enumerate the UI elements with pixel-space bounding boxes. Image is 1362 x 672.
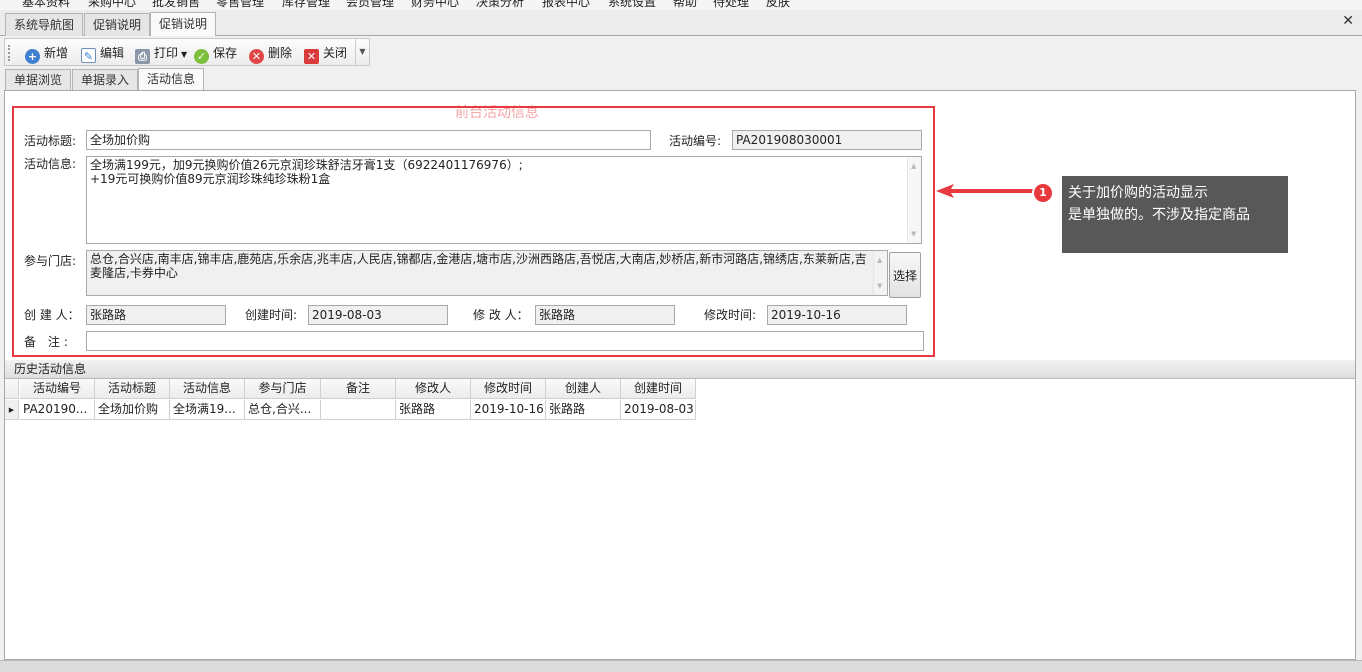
table-cell[interactable]: 2019-10-16 xyxy=(471,400,546,420)
table-cell[interactable] xyxy=(321,400,396,420)
stores-value: 总仓,合兴店,南丰店,锦丰店,鹿苑店,乐余店,兆丰店,人民店,锦都店,金港店,塘… xyxy=(90,252,867,280)
annotation-callout: 关于加价购的活动显示 是单独做的。不涉及指定商品 xyxy=(1062,176,1288,253)
modifier-field[interactable]: 张路路 xyxy=(535,305,675,325)
table-cell[interactable]: 总仓,合兴... xyxy=(245,400,321,420)
delete-icon: ✕ xyxy=(249,49,264,64)
menu-item-pending[interactable]: 待处理 xyxy=(713,0,749,10)
info-textarea[interactable]: 全场满199元，加9元换购价值26元京润珍珠舒洁牙膏1支（69224011769… xyxy=(86,156,922,244)
menu-item-finance[interactable]: 财务中心 xyxy=(411,0,459,10)
creator-label: 创 建 人： xyxy=(24,308,80,322)
menu-item-wholesale[interactable]: 批发销售 xyxy=(152,0,200,10)
table-cell[interactable]: 全场满19... xyxy=(170,400,245,420)
column-header-created-time[interactable]: 创建时间 xyxy=(621,379,696,399)
info-scrollbar[interactable]: ▲ ▼ xyxy=(907,157,921,243)
edit-button-label: 编辑 xyxy=(100,46,125,60)
document-tab-bar: 系统导航图 促销说明 促销说明 ✕ xyxy=(0,10,1362,36)
stores-scrollbar[interactable]: ▲ ▼ xyxy=(873,251,887,295)
modified-time-label: 修改时间: xyxy=(704,308,757,322)
created-time-label: 创建时间: xyxy=(245,308,298,322)
scroll-up-icon[interactable]: ▲ xyxy=(877,253,882,267)
annotation-line-1: 关于加价购的活动显示 xyxy=(1068,185,1208,201)
menu-item-inventory[interactable]: 库存管理 xyxy=(282,0,330,10)
info-line-1: 全场满199元，加9元换购价值26元京润珍珠舒洁牙膏1支（69224011769… xyxy=(90,158,523,172)
tab-promo-description-2[interactable]: 促销说明 xyxy=(150,12,217,36)
info-label: 活动信息: xyxy=(24,157,77,171)
toolbar: + 新增 ✎ 编辑 ⎙ 打印 ▼ ✓ 保存 ✕ 删除 ✕ 关闭 ▼ xyxy=(4,38,370,66)
save-button[interactable]: ✓ 保存 xyxy=(194,43,238,64)
column-header-code[interactable]: 活动编号 xyxy=(20,379,95,399)
tab-document-browse[interactable]: 单据浏览 xyxy=(5,69,72,91)
toolbar-overflow-icon[interactable]: ▼ xyxy=(355,39,369,65)
table-cell[interactable]: 全场加价购 xyxy=(95,400,170,420)
tab-activity-info[interactable]: 活动信息 xyxy=(138,68,205,91)
scroll-down-icon[interactable]: ▼ xyxy=(877,279,882,293)
print-button[interactable]: ⎙ 打印 ▼ xyxy=(135,43,188,64)
column-header-info[interactable]: 活动信息 xyxy=(170,379,245,399)
table-cell[interactable]: PA20190... xyxy=(20,400,95,420)
remark-label: 备 注: xyxy=(24,335,72,349)
code-label: 活动编号: xyxy=(669,134,722,148)
check-icon: ✓ xyxy=(194,49,209,64)
select-stores-button[interactable]: 选择 xyxy=(889,252,921,298)
status-bar xyxy=(0,660,1362,672)
tab-document-entry[interactable]: 单据录入 xyxy=(72,69,139,91)
printer-icon: ⎙ xyxy=(135,49,150,64)
annotation-line-2: 是单独做的。不涉及指定商品 xyxy=(1068,207,1250,223)
grid-corner xyxy=(5,379,19,399)
code-field[interactable]: PA201908030001 xyxy=(732,130,922,150)
stores-field[interactable]: 总仓,合兴店,南丰店,锦丰店,鹿苑店,乐余店,兆丰店,人民店,锦都店,金港店,塘… xyxy=(86,250,888,296)
save-button-label: 保存 xyxy=(213,46,238,60)
menu-item-reports[interactable]: 报表中心 xyxy=(542,0,590,10)
title-label: 活动标题: xyxy=(24,134,77,148)
scroll-down-icon[interactable]: ▼ xyxy=(911,227,916,241)
plus-icon: + xyxy=(25,49,40,64)
annotation-arrow-icon xyxy=(936,184,1036,198)
stores-label: 参与门店: xyxy=(24,254,77,268)
title-input[interactable]: 全场加价购 xyxy=(86,130,651,150)
edit-button[interactable]: ✎ 编辑 xyxy=(81,43,124,63)
remark-input[interactable] xyxy=(86,331,924,351)
menu-bar: 基本资料 采购中心 批发销售 零售管理 库存管理 会员管理 财务中心 决策分析 … xyxy=(0,0,1362,10)
menu-item-help[interactable]: 帮助 xyxy=(673,0,697,10)
menu-item-basic[interactable]: 基本资料 xyxy=(22,0,70,10)
column-header-stores[interactable]: 参与门店 xyxy=(245,379,321,399)
tab-promo-description-1[interactable]: 促销说明 xyxy=(84,13,151,36)
menu-item-member[interactable]: 会员管理 xyxy=(346,0,394,10)
menu-item-purchase[interactable]: 采购中心 xyxy=(88,0,136,10)
column-header-modified-time[interactable]: 修改时间 xyxy=(471,379,546,399)
row-indicator-icon[interactable]: ▶ xyxy=(5,400,19,420)
close-button-label: 关闭 xyxy=(323,46,348,60)
creator-field[interactable]: 张路路 xyxy=(86,305,226,325)
close-button[interactable]: ✕ 关闭 xyxy=(304,43,348,64)
info-line-2: +19元可换购价值89元京润珍珠纯珍珠粉1盒 xyxy=(90,172,331,186)
new-button[interactable]: + 新增 xyxy=(25,43,69,64)
new-button-label: 新增 xyxy=(44,46,69,60)
dropdown-arrow-icon: ▼ xyxy=(181,50,188,59)
menu-item-analysis[interactable]: 决策分析 xyxy=(476,0,524,10)
scroll-up-icon[interactable]: ▲ xyxy=(911,159,916,173)
table-cell[interactable]: 张路路 xyxy=(546,400,621,420)
column-header-creator[interactable]: 创建人 xyxy=(546,379,621,399)
menu-item-skin[interactable]: 皮肤 xyxy=(766,0,790,10)
print-button-label: 打印 xyxy=(154,46,179,60)
grip-icon[interactable] xyxy=(8,45,10,61)
close-window-icon: ✕ xyxy=(304,49,319,64)
column-header-modifier[interactable]: 修改人 xyxy=(396,379,471,399)
menu-item-retail[interactable]: 零售管理 xyxy=(216,0,264,10)
close-icon[interactable]: ✕ xyxy=(1342,13,1354,29)
tab-navigation-map[interactable]: 系统导航图 xyxy=(5,13,84,36)
column-header-title[interactable]: 活动标题 xyxy=(95,379,170,399)
menu-item-settings[interactable]: 系统设置 xyxy=(608,0,656,10)
annotation-badge: 1 xyxy=(1032,182,1054,204)
history-section-header: 历史活动信息 xyxy=(5,360,1355,379)
delete-button[interactable]: ✕ 删除 xyxy=(249,43,293,64)
column-header-remark[interactable]: 备注 xyxy=(321,379,396,399)
edit-icon: ✎ xyxy=(81,48,96,63)
modifier-label: 修 改 人： xyxy=(473,308,529,322)
delete-button-label: 删除 xyxy=(268,46,293,60)
modified-time-field[interactable]: 2019-10-16 xyxy=(767,305,907,325)
created-time-field[interactable]: 2019-08-03 xyxy=(308,305,448,325)
table-cell[interactable]: 2019-08-03 xyxy=(621,400,696,420)
table-cell[interactable]: 张路路 xyxy=(396,400,471,420)
